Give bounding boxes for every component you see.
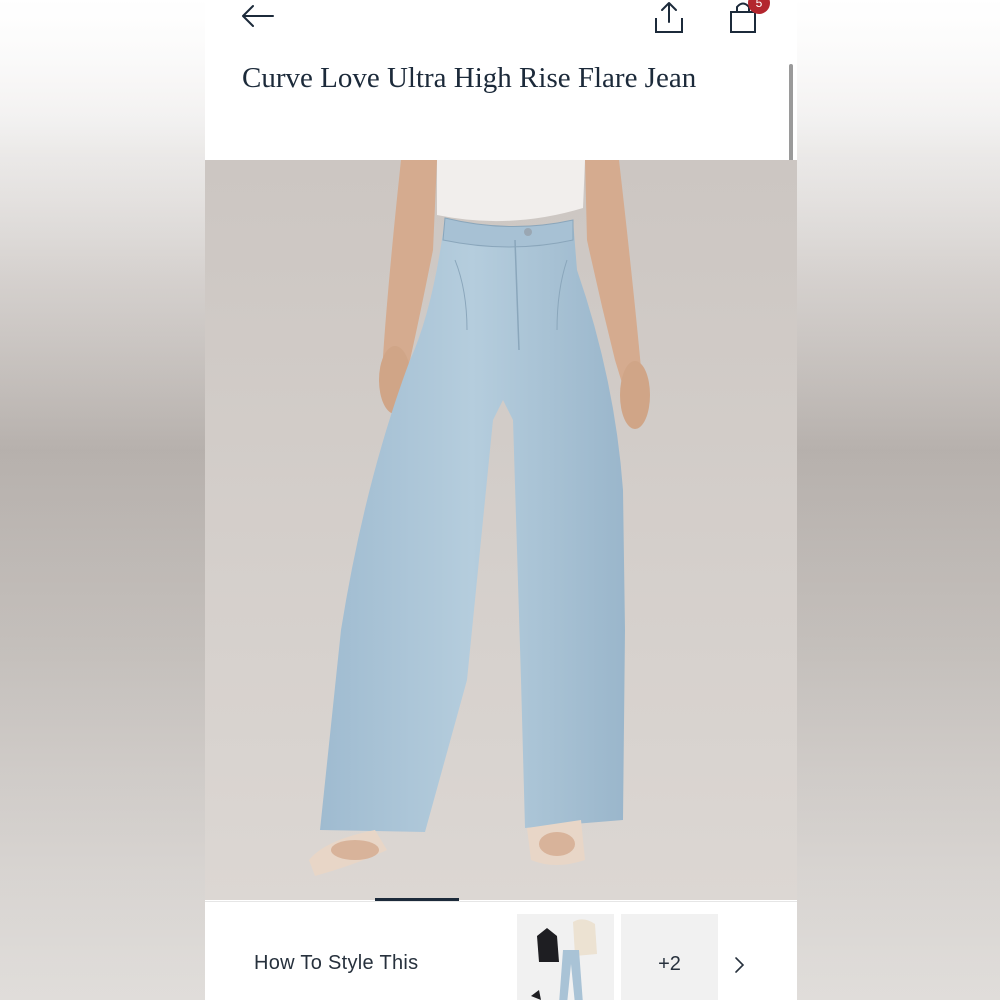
product-page: 5 Curve Love Ultra High Rise Flare Jean <box>205 0 797 1000</box>
share-icon <box>655 2 683 33</box>
background-left <box>0 0 205 1000</box>
product-title: Curve Love Ultra High Rise Flare Jean <box>242 62 697 94</box>
next-button[interactable] <box>729 952 751 978</box>
back-button[interactable] <box>237 0 277 34</box>
background-right <box>795 0 1000 1000</box>
product-image[interactable] <box>205 160 797 900</box>
product-photo-illustration <box>205 160 797 900</box>
how-to-style-section: How To Style This +2 <box>205 902 797 1000</box>
outfit-illustration <box>531 919 597 1000</box>
chevron-right-icon <box>735 957 745 973</box>
more-outfits-button[interactable]: +2 <box>621 914 718 1000</box>
arrow-left-icon <box>242 5 274 27</box>
outfit-thumbnail[interactable] <box>517 914 614 1000</box>
top-bar: 5 <box>205 0 797 40</box>
share-button[interactable] <box>649 0 689 36</box>
bag-button[interactable]: 5 <box>725 0 775 38</box>
how-to-style-label: How To Style This <box>254 952 419 974</box>
